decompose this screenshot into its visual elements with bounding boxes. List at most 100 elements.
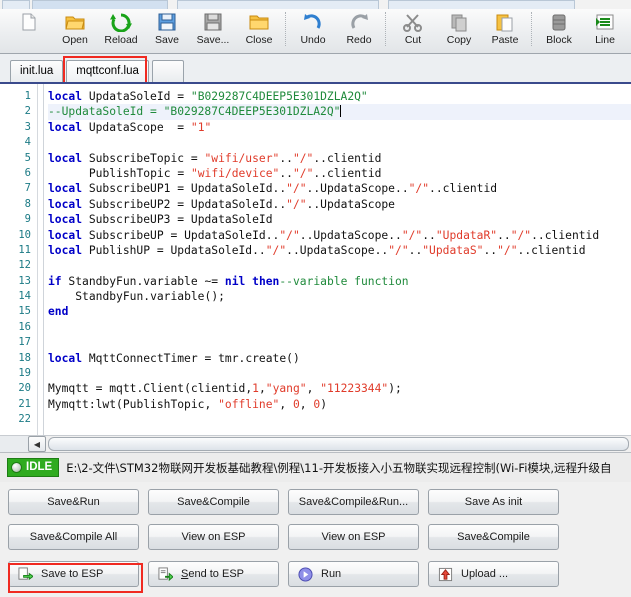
line-number: 17 <box>18 336 31 349</box>
toolbar-button-copy[interactable]: Copy <box>436 9 482 53</box>
code-line: local SubscribeUP = UpdataSoleId.."/"..U… <box>48 228 600 242</box>
menu-chip[interactable] <box>32 0 168 9</box>
button-row-3: Save to ESP Send to ESP Run Upload ... <box>0 550 631 587</box>
line-number: 19 <box>18 367 31 380</box>
line-number: 15 <box>18 305 31 318</box>
toolbar-button-label: Close <box>245 34 273 46</box>
status-indicator-icon <box>11 462 22 473</box>
code-line: local SubscribeUP3 = UpdataSoleId <box>48 213 273 227</box>
menu-gap <box>170 1 175 9</box>
line-number: 5 <box>24 151 31 164</box>
toolbar-button-undo[interactable]: Undo <box>290 9 336 53</box>
menu-chip[interactable] <box>388 0 575 9</box>
toolbar-button-label: Reload <box>104 34 138 46</box>
code-line: local UpdataSoleId = "B029287C4DEEP5E301… <box>48 90 368 103</box>
toolbar-button-cut[interactable]: Cut <box>390 9 436 53</box>
undo-arrow-icon <box>301 11 325 33</box>
toolbar-button-save[interactable]: Save... <box>190 9 236 53</box>
toolbar-button-label: Block <box>546 34 572 46</box>
action-button-label: Save to ESP <box>41 568 104 580</box>
line-number-gutter: 1 2 3 4 5 6 7 8 9 10 11 12 13 14 15 16 17 18 19 20 21 22 <box>0 84 38 436</box>
text-caret <box>340 105 342 118</box>
toolbar-separator <box>285 12 287 46</box>
line-number: 8 <box>24 197 31 210</box>
file-tab-bar: init.lua mqttconf.lua <box>0 54 631 82</box>
file-tab-mqttconf-lua[interactable]: mqttconf.lua <box>66 60 149 82</box>
close-folder-icon <box>247 11 271 33</box>
save-as-icon <box>201 11 225 33</box>
action-button-send-to-esp[interactable]: Send to ESP <box>148 561 279 587</box>
toolbar-button-label: Paste <box>491 34 519 46</box>
toolbar-button-save[interactable]: Save <box>144 9 190 53</box>
current-file-path: E:\2-文件\STM32物联网开发板基础教程\例程\11-开发板接入小五物联实… <box>66 460 612 475</box>
action-button-save-to-esp[interactable]: Save to ESP <box>8 561 139 587</box>
action-button-view-on-esp[interactable]: View on ESP <box>148 524 279 550</box>
action-button-label: Upload ... <box>461 568 509 580</box>
line-number: 20 <box>18 382 31 395</box>
code-line: StandbyFun.variable(); <box>75 290 225 304</box>
action-button-save-compile-run---[interactable]: Save&Compile&Run... <box>288 489 419 515</box>
action-button-run[interactable]: Run <box>288 561 419 587</box>
line-number: 21 <box>18 397 31 410</box>
code-line: local SubscribeTopic = "wifi/user".."/".… <box>48 151 382 165</box>
menu-chip[interactable] <box>2 0 30 9</box>
status-badge-label: IDLE <box>26 461 53 473</box>
code-line: Mymqtt = mqtt.Client(clientid,1,"yang", … <box>48 382 402 396</box>
toolbar-button-close[interactable]: Close <box>236 9 282 53</box>
code-line: Mymqtt:lwt(PublishTopic, "offline", 0, 0… <box>48 397 327 411</box>
menu-chip[interactable] <box>177 0 379 9</box>
line-number: 7 <box>24 182 31 195</box>
code-line: local PublishUP = UpdataSoleId.."/"..Upd… <box>48 243 586 257</box>
main-toolbar: Open Reload Save Save... Close Undo Redo Cut Cop… <box>0 9 631 54</box>
editor-horizontal-scrollbar[interactable]: ◀ <box>0 435 631 452</box>
action-button-save-run[interactable]: Save&Run <box>8 489 139 515</box>
line-number: 10 <box>18 228 31 241</box>
action-button-save-compile[interactable]: Save&Compile <box>148 489 279 515</box>
file-tab-init-lua[interactable]: init.lua <box>10 60 64 82</box>
status-badge: IDLE <box>7 458 60 477</box>
toolbar-button-new[interactable] <box>6 9 52 53</box>
scroll-left-arrow-icon[interactable]: ◀ <box>28 436 46 452</box>
action-button-save-compile[interactable]: Save&Compile <box>428 524 559 550</box>
toolbar-button-block[interactable]: Block <box>536 9 582 53</box>
scrollbar-left-pad <box>0 436 28 452</box>
scrollbar-thumb[interactable] <box>48 437 629 451</box>
code-line: local SubscribeUP2 = UpdataSoleId.."/"..… <box>48 197 395 211</box>
line-number: 1 <box>24 90 31 102</box>
new-file-icon <box>17 11 41 33</box>
toolbar-button-label: Copy <box>446 34 472 46</box>
code-line: end <box>48 305 69 319</box>
status-bar: IDLE E:\2-文件\STM32物联网开发板基础教程\例程\11-开发板接入… <box>0 452 631 482</box>
line-number: 3 <box>24 120 31 133</box>
code-text-area[interactable]: local UpdataSoleId = "B029287C4DEEP5E301… <box>44 84 631 436</box>
action-button-panel: Save&Run Save&Compile Save&Compile&Run... S… <box>0 482 631 597</box>
toolbar-button-redo[interactable]: Redo <box>336 9 382 53</box>
copy-icon <box>447 11 471 33</box>
toolbar-button-label: Undo <box>300 34 326 46</box>
action-button-save-as-init[interactable]: Save As init <box>428 489 559 515</box>
toolbar-button-open[interactable]: Open <box>52 9 98 53</box>
action-button-view-on-esp[interactable]: View on ESP <box>288 524 419 550</box>
line-number: 18 <box>18 351 31 364</box>
line-number: 4 <box>24 136 31 149</box>
toolbar-button-paste[interactable]: Paste <box>482 9 528 53</box>
toolbar-button-label: Save <box>155 34 179 46</box>
toolbar-button-reload[interactable]: Reload <box>98 9 144 53</box>
action-button-upload----[interactable]: Upload ... <box>428 561 559 587</box>
redo-arrow-icon <box>347 11 371 33</box>
code-line: local MqttConnectTimer = tmr.create() <box>48 351 300 365</box>
action-button-label: Send to ESP <box>181 568 244 580</box>
action-button-save-compile-all[interactable]: Save&Compile All <box>8 524 139 550</box>
block-icon <box>547 11 571 33</box>
line-icon <box>593 11 617 33</box>
code-editor[interactable]: 1 2 3 4 5 6 7 8 9 10 11 12 13 14 15 16 17 18 19 20 21 22 loca… <box>0 82 631 452</box>
toolbar-button-line[interactable]: Line <box>582 9 628 53</box>
scissors-icon <box>401 11 425 33</box>
code-line: if StandbyFun.variable ~= nil then--vari… <box>48 274 409 288</box>
line-number: 12 <box>18 259 31 272</box>
line-number: 2 <box>24 105 31 118</box>
